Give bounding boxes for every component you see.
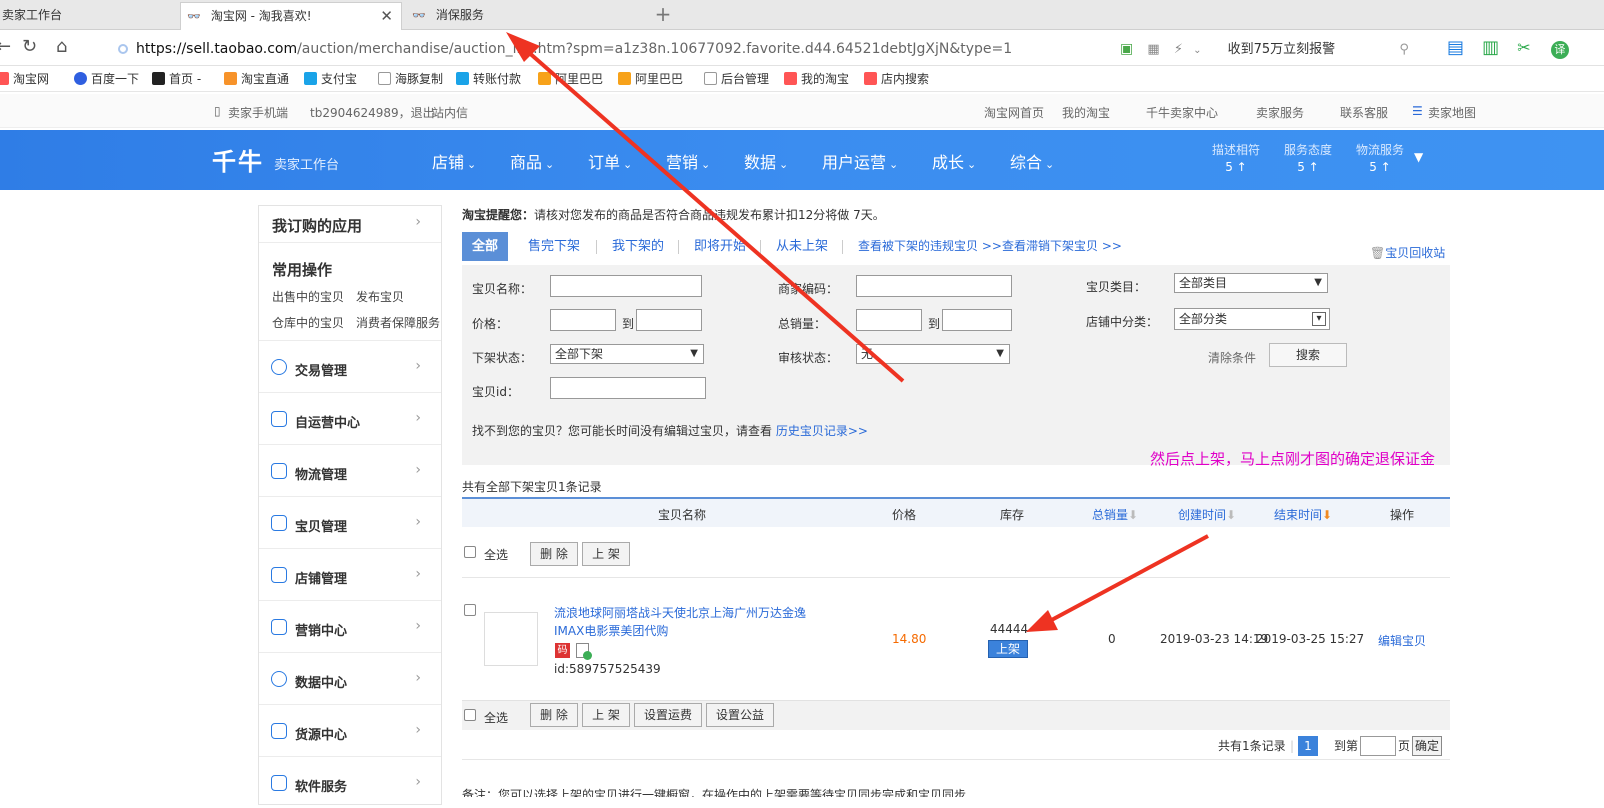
arrow-to-tab-line bbox=[516, 41, 905, 383]
arrow-to-shelve-line bbox=[1045, 534, 1209, 625]
annotation-arrows bbox=[506, 32, 1209, 632]
arrow-to-shelve-head bbox=[1026, 610, 1058, 632]
